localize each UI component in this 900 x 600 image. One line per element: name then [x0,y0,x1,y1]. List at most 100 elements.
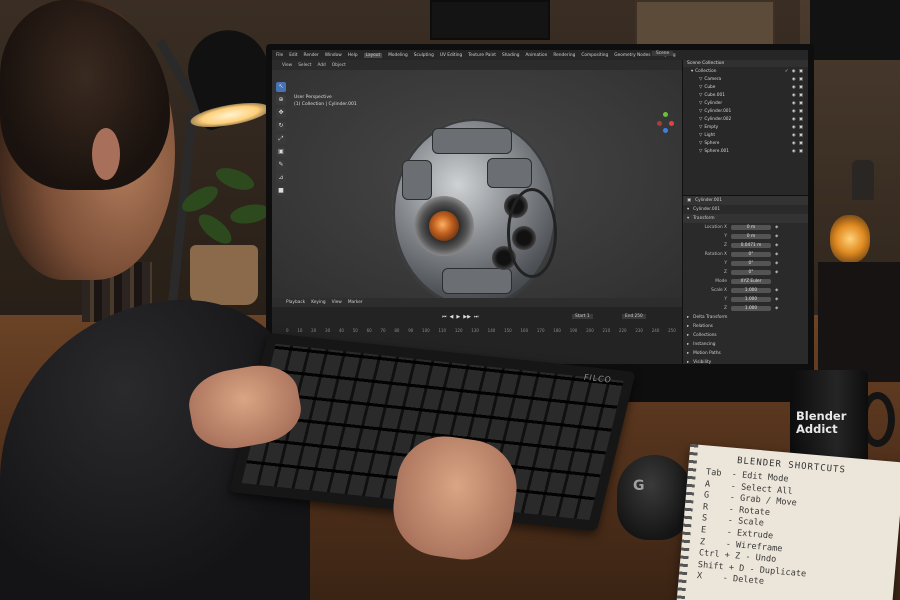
neg-x-axis-icon[interactable] [657,121,662,126]
visibility-icons[interactable]: ◉ ▣ [792,133,804,138]
robot-sphere-model[interactable] [392,118,557,308]
move-tool-icon[interactable]: ✥ [276,108,286,118]
outliner-item[interactable]: ▽ Cylinder.002 ◉ ▣ [683,115,808,123]
menu-select[interactable]: Select [298,63,311,68]
outliner-item[interactable]: ▽ Cube ◉ ▣ [683,83,808,91]
visibility-icons[interactable]: ◉ ▣ [792,77,804,82]
rotate-tool-icon[interactable]: ↻ [276,121,286,131]
y-axis-icon[interactable] [663,112,668,117]
visibility-icons[interactable]: ◉ ▣ [792,141,804,146]
keyframe-icon[interactable]: ◆ [775,225,778,230]
object-name-row[interactable]: ▣ Cylinder.001 [683,196,808,205]
tab-modeling[interactable]: Modeling [388,53,408,58]
cursor-tool-icon[interactable]: ⊕ [276,95,286,105]
outliner-item[interactable]: ▽ Light ◉ ▣ [683,131,808,139]
outliner-item[interactable]: ▽ Sphere ◉ ▣ [683,139,808,147]
next-key-icon[interactable]: ▶▶ [463,314,471,320]
property-section-header[interactable]: ▸ Delta Transform [683,313,808,322]
outliner-item[interactable]: ▽ Empty ◉ ▣ [683,123,808,131]
visibility-icons[interactable]: ◉ ▣ [792,117,804,122]
keyframe-icon[interactable]: ◆ [775,288,778,293]
outliner-item[interactable]: ▽ Sphere.001 ◉ ▣ [683,147,808,155]
location-z-field[interactable]: Z 0.0471 m ◆ [683,241,808,250]
menu-file[interactable]: File [276,53,283,58]
tab-shading[interactable]: Shading [502,53,519,58]
visibility-icons[interactable]: ◉ ▣ [792,125,804,130]
property-section-header[interactable]: ▸ Relations [683,322,808,331]
scale-y-field[interactable]: Y 1.000 ◆ [683,295,808,304]
tab-layout[interactable]: Layout [363,52,383,58]
tab-geometry-nodes[interactable]: Geometry Nodes [614,53,650,58]
timeline-ruler[interactable]: 0 10 20 30 40 50 60 70 80 90 100 110 120 130 140 150 160… [286,328,676,333]
3d-viewport[interactable]: User Perspective (1) Collection | Cylind… [272,70,682,308]
start-frame-field[interactable]: Start 1 [572,314,593,319]
visibility-icons[interactable]: ✓ ◉ ▣ [785,69,804,74]
scale-z-field[interactable]: Z 1.000 ◆ [683,304,808,313]
play-icon[interactable]: ▶ [456,314,460,320]
menu-add[interactable]: Add [317,63,325,68]
tab-rendering[interactable]: Rendering [553,53,575,58]
location-x-value[interactable]: 0 m [731,225,771,230]
keyframe-icon[interactable]: ◆ [775,270,778,275]
tab-animation[interactable]: Animation [525,53,547,58]
menu-edit[interactable]: Edit [289,53,297,58]
timeline-menu-keying[interactable]: Keying [311,300,325,305]
timeline-menu-marker[interactable]: Marker [348,300,363,305]
rotation-x-field[interactable]: Rotation X 0° ◆ [683,250,808,259]
jump-end-icon[interactable]: ⏭ [474,314,479,320]
measure-tool-icon[interactable]: ⊿ [276,173,286,183]
outliner-item[interactable]: ▽ Cube.001 ◉ ▣ [683,91,808,99]
timeline-menu-view[interactable]: View [332,300,342,305]
scale-x-value[interactable]: 1.000 [731,288,771,293]
x-axis-icon[interactable] [669,121,674,126]
select-tool-icon[interactable]: ↖ [276,82,286,92]
visibility-icons[interactable]: ◉ ▣ [792,109,804,114]
location-z-value[interactable]: 0.0471 m [731,243,771,248]
rotation-mode-field[interactable]: Mode XYZ Euler [683,277,808,286]
visibility-icons[interactable]: ◉ ▣ [792,85,804,90]
property-section-header[interactable]: ▸ Visibility [683,358,808,364]
rotation-y-value[interactable]: 0° [731,261,771,266]
location-x-field[interactable]: Location X 0 m ◆ [683,223,808,232]
rotation-y-field[interactable]: Y 0° ◆ [683,259,808,268]
end-frame-field[interactable]: End 250 [622,314,646,319]
prev-key-icon[interactable]: ◀ [450,314,454,320]
jump-start-icon[interactable]: ⏮ [442,314,447,320]
tab-uv-editing[interactable]: UV Editing [440,53,462,58]
transform-panel-header[interactable]: ▾ Transform [683,214,808,223]
add-cube-tool-icon[interactable]: ■ [276,186,286,196]
property-section-header[interactable]: ▸ Motion Paths [683,349,808,358]
scene-selector[interactable]: Scene [652,51,674,56]
rotation-x-value[interactable]: 0° [731,252,771,257]
outliner-item[interactable]: ▽ Cylinder ◉ ▣ [683,99,808,107]
keyframe-icon[interactable]: ◆ [775,243,778,248]
keyframe-icon[interactable]: ◆ [775,261,778,266]
transform-tool-icon[interactable]: ▣ [276,147,286,157]
tab-texture-paint[interactable]: Texture Paint [468,53,496,58]
navigation-gizmo[interactable] [654,112,676,134]
property-section-header[interactable]: ▸ Collections [683,331,808,340]
outliner-item[interactable]: ▽ Camera ◉ ▣ [683,75,808,83]
outliner-item[interactable]: ▽ Cylinder.001 ◉ ▣ [683,107,808,115]
menu-object[interactable]: Object [332,63,346,68]
property-section-header[interactable]: ▸ Instancing [683,340,808,349]
outliner-collection[interactable]: ▾ Collection ✓ ◉ ▣ [683,67,808,75]
location-y-field[interactable]: Y 0 m ◆ [683,232,808,241]
menu-help[interactable]: Help [348,53,358,58]
visibility-icons[interactable]: ◉ ▣ [792,101,804,106]
rotation-z-field[interactable]: Z 0° ◆ [683,268,808,277]
keyframe-icon[interactable]: ◆ [775,297,778,302]
keyframe-icon[interactable]: ◆ [775,252,778,257]
keyframe-icon[interactable]: ◆ [775,234,778,239]
tab-sculpting[interactable]: Sculpting [414,53,434,58]
annotate-tool-icon[interactable]: ✎ [276,160,286,170]
mode-value[interactable]: XYZ Euler [731,279,771,284]
visibility-icons[interactable]: ◉ ▣ [792,149,804,154]
menu-view[interactable]: View [282,63,292,68]
rotation-z-value[interactable]: 0° [731,270,771,275]
keyframe-icon[interactable]: ◆ [775,306,778,311]
location-y-value[interactable]: 0 m [731,234,771,239]
timeline-menu-playback[interactable]: Playback [286,300,305,305]
tab-compositing[interactable]: Compositing [581,53,608,58]
scale-tool-icon[interactable]: ⤢ [276,134,286,144]
